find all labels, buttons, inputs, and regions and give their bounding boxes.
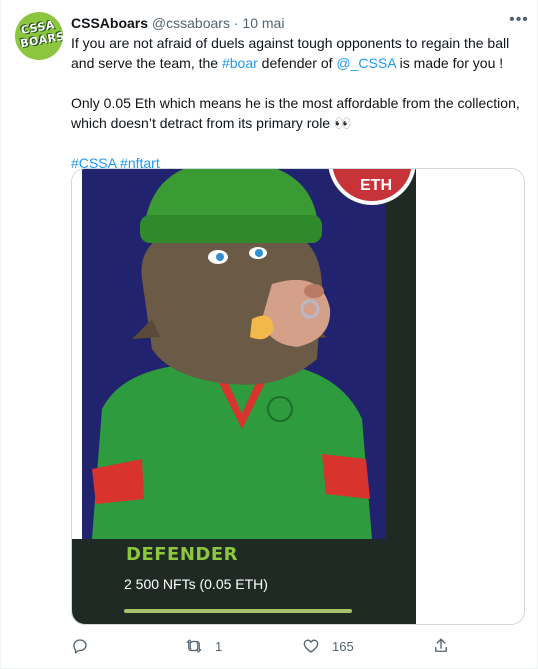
share-button[interactable] <box>432 636 450 656</box>
avatar[interactable]: CSSA BOARS <box>15 12 63 60</box>
separator-dot: · <box>233 15 239 31</box>
avatar-logo-text: CSSA BOARS <box>19 18 63 51</box>
retweet-button[interactable]: 1 <box>185 636 222 656</box>
tweet[interactable]: CSSA BOARS CSSAboars @cssaboars · 10 mai… <box>0 0 538 669</box>
heart-icon <box>303 639 319 653</box>
text-segment: defender of <box>257 55 337 71</box>
boar-artwork <box>82 169 386 539</box>
like-count: 165 <box>332 638 354 654</box>
share-icon <box>435 638 447 652</box>
tweet-date[interactable]: 10 mai <box>242 15 284 31</box>
retweet-icon <box>186 639 202 653</box>
tweet-text: If you are not afraid of duels against t… <box>71 33 526 173</box>
eth-badge-label: ETH <box>360 177 392 194</box>
card-frame-shadow <box>386 169 416 539</box>
text-segment: is made for you ! <box>395 55 504 71</box>
hashtag-boar[interactable]: #boar <box>222 55 258 71</box>
tweet-header: CSSAboars @cssaboars · 10 mai <box>71 13 523 33</box>
tweet-paragraph-2: Only 0.05 Eth which means he is the most… <box>71 95 520 131</box>
tweet-media[interactable]: ETH DEFENDER 2 500 NFTs (0.05 ETH) <box>71 168 525 625</box>
display-name[interactable]: CSSAboars <box>71 15 148 31</box>
card-subtitle: 2 500 NFTs (0.05 ETH) <box>124 576 268 592</box>
retweet-count: 1 <box>215 638 223 654</box>
more-options-icon[interactable]: ••• <box>509 12 529 33</box>
like-button[interactable]: 165 <box>302 636 354 656</box>
card-title: DEFENDER <box>126 544 238 565</box>
mention-cssa[interactable]: @_CSSA <box>336 55 395 71</box>
reply-button[interactable] <box>71 636 101 656</box>
nft-card: ETH DEFENDER 2 500 NFTs (0.05 ETH) <box>72 169 416 624</box>
card-progress-bar <box>124 609 352 613</box>
tweet-paragraph-1: If you are not afraid of duels against t… <box>71 33 526 73</box>
tweet-actions: 1 165 <box>71 636 521 656</box>
user-handle[interactable]: @cssaboars <box>152 15 230 31</box>
reply-icon <box>73 639 87 654</box>
boar-illustration <box>92 169 372 539</box>
